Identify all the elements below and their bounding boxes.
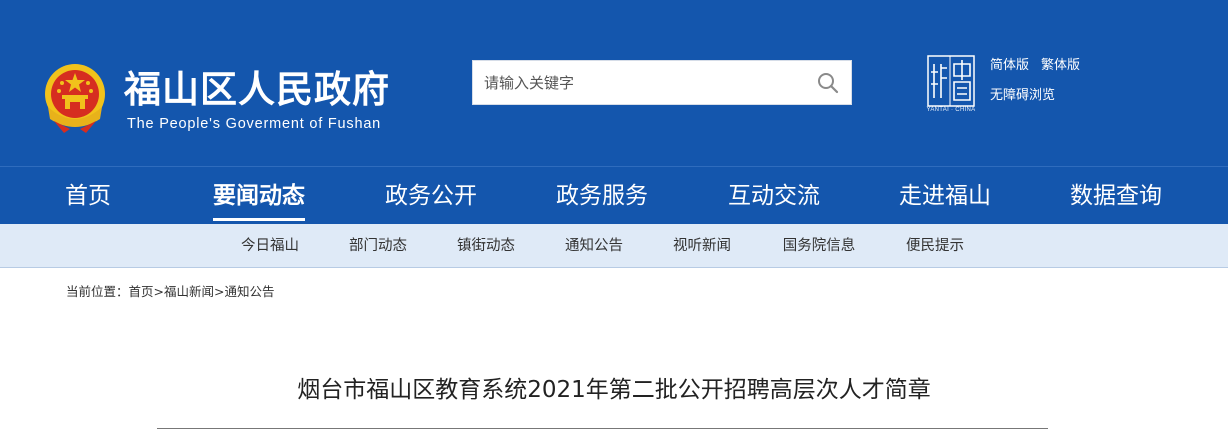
search-icon[interactable]: [817, 72, 839, 94]
subnav-item-state-council[interactable]: 国务院信息: [783, 224, 856, 268]
traditional-link[interactable]: 繁体版: [1041, 54, 1080, 73]
main-nav: 首页 要闻动态 政务公开 政务服务 互动交流 走进福山 数据查询: [0, 166, 1228, 224]
nav-item-home[interactable]: 首页: [65, 167, 111, 225]
site-title: 福山区人民政府: [124, 68, 390, 111]
nav-item-interaction[interactable]: 互动交流: [728, 167, 820, 225]
seal-caption: YANTAI · CHINA: [926, 107, 976, 113]
simplified-link[interactable]: 简体版: [990, 54, 1029, 73]
search-input[interactable]: [473, 61, 803, 104]
nav-item-gov-open[interactable]: 政务公开: [385, 167, 477, 225]
subnav-item-today[interactable]: 今日福山: [241, 224, 299, 268]
subnav-item-notice[interactable]: 通知公告: [565, 224, 623, 268]
sub-nav: 今日福山 部门动态 镇街动态 通知公告 视听新闻 国务院信息 便民提示: [0, 224, 1228, 268]
nav-item-fushan[interactable]: 走进福山: [899, 167, 991, 225]
site-subtitle: The People's Goverment of Fushan: [127, 116, 382, 132]
site-header: 福山区人民政府 The People's Goverment of Fushan…: [0, 0, 1228, 166]
breadcrumb-home[interactable]: 首页: [129, 284, 154, 299]
yantai-china-seal-icon: [927, 55, 975, 107]
breadcrumb-news[interactable]: 福山新闻: [164, 284, 214, 299]
nav-item-news[interactable]: 要闻动态: [213, 167, 305, 225]
accessibility-link[interactable]: 无障碍浏览: [990, 84, 1055, 103]
subnav-item-town[interactable]: 镇街动态: [457, 224, 515, 268]
search-box: [472, 60, 852, 105]
subnav-item-department[interactable]: 部门动态: [349, 224, 407, 268]
breadcrumb-prefix: 当前位置：: [66, 284, 129, 299]
breadcrumb-notice[interactable]: 通知公告: [225, 284, 275, 299]
language-links: 简体版 繁体版: [990, 54, 1080, 73]
title-divider: [157, 428, 1048, 429]
breadcrumb: 当前位置：首页>福山新闻>通知公告: [66, 281, 275, 300]
breadcrumb-separator: >: [153, 284, 165, 299]
national-emblem-icon: [45, 64, 105, 133]
breadcrumb-separator: >: [214, 284, 225, 299]
nav-item-gov-service[interactable]: 政务服务: [556, 167, 648, 225]
subnav-item-video[interactable]: 视听新闻: [673, 224, 731, 268]
article-title: 烟台市福山区教育系统2021年第二批公开招聘高层次人才简章: [297, 377, 931, 403]
nav-item-data[interactable]: 数据查询: [1070, 167, 1162, 225]
subnav-item-tips[interactable]: 便民提示: [906, 224, 964, 268]
